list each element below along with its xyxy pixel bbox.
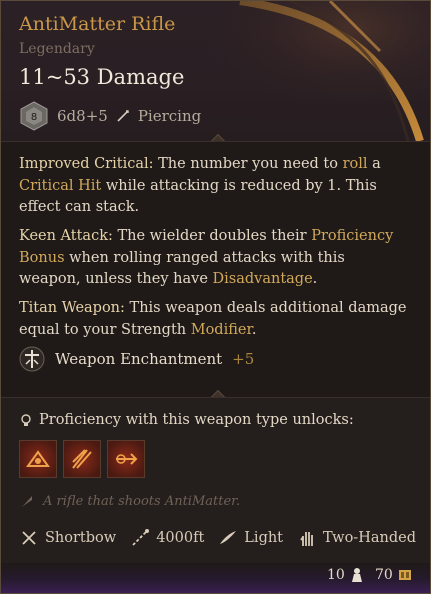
weight-value: 10 <box>327 567 345 583</box>
proficiency-row: Proficiency with this weapon type unlock… <box>19 412 354 428</box>
effect-text: . <box>312 271 318 287</box>
weapon-properties: Shortbow 4000ft Light Two-Handed <box>19 528 416 548</box>
feather-icon <box>220 531 237 544</box>
prop-handedness[interactable]: Two-Handed <box>297 528 416 548</box>
effect-text: The wielder doubles their <box>112 228 312 244</box>
item-tooltip: AntiMatter Rifle Legendary 11~53 Damage … <box>0 0 431 594</box>
item-price: 70 <box>375 567 412 583</box>
keyword-modifier[interactable]: Modifier <box>191 322 252 338</box>
tooltip-header: AntiMatter Rifle Legendary 11~53 Damage … <box>1 1 430 141</box>
prop-handedness-label: Two-Handed <box>323 530 416 546</box>
prop-range[interactable]: 4000ft <box>130 528 204 548</box>
keyword-disadvantage[interactable]: Disadvantage <box>213 271 313 287</box>
enchantment-icon <box>19 346 45 372</box>
gold-coin-icon <box>398 570 411 580</box>
bow-art-icon <box>170 1 430 141</box>
quill-icon <box>22 496 32 507</box>
price-value: 70 <box>375 567 393 583</box>
tooltip-footer: 10 70 <box>1 563 430 593</box>
d8-die-icon: 8 <box>20 101 48 131</box>
effect-text: . <box>251 321 257 338</box>
effect-text: The number you need to <box>153 156 343 172</box>
effect-name: Keen Attack: <box>19 228 113 244</box>
prop-type[interactable]: Shortbow <box>19 528 116 548</box>
effect-name: Titan Weapon: <box>19 300 125 316</box>
enchantment-bonus: +5 <box>232 350 255 368</box>
piercing-icon <box>117 110 129 122</box>
hand-icon <box>300 532 313 546</box>
unlock-actions <box>19 440 145 478</box>
tooltip-body: Improved Critical: The number you need t… <box>1 141 430 397</box>
item-name: AntiMatter Rifle <box>19 13 176 35</box>
effect-text: a <box>367 156 381 172</box>
shot-icon <box>116 453 138 465</box>
range-icon <box>132 529 150 546</box>
crossed-swords-icon <box>22 531 36 545</box>
tooltip-lower: Proficiency with this weapon type unlock… <box>1 397 430 566</box>
action-slot-2[interactable] <box>63 440 101 478</box>
action-slot-1[interactable] <box>19 440 57 478</box>
flavor-text-row: A rifle that shoots AntiMatter. <box>19 493 240 509</box>
proficiency-label: Proficiency with this weapon type unlock… <box>39 412 354 428</box>
weight-icon <box>351 568 362 582</box>
effect-keen-attack: Keen Attack: The wielder doubles their P… <box>19 226 411 291</box>
effect-titan-weapon: Titan Weapon: This weapon deals addition… <box>19 298 411 341</box>
prop-type-label: Shortbow <box>45 530 117 546</box>
effect-improved-critical: Improved Critical: The number you need t… <box>19 154 411 219</box>
archer-stance-icon <box>26 450 50 467</box>
item-damage: 11~53 Damage <box>19 65 185 89</box>
prop-weight-class-label: Light <box>244 530 284 546</box>
damage-type: Piercing <box>137 107 202 125</box>
action-slot-3[interactable] <box>107 440 145 478</box>
lightbulb-icon <box>21 414 31 426</box>
prop-weight-class[interactable]: Light <box>218 528 283 548</box>
enchantment-label: Weapon Enchantment <box>55 350 223 368</box>
item-rarity: Legendary <box>19 41 95 57</box>
effect-name: Improved Critical: <box>19 156 154 172</box>
die-label: 8 <box>31 112 37 123</box>
flavor-text: A rifle that shoots AntiMatter. <box>43 493 241 509</box>
keyword-roll[interactable]: roll <box>343 156 368 172</box>
damage-dice: 6d8+5 <box>57 107 108 125</box>
volley-icon <box>72 449 92 469</box>
keyword-critical-hit[interactable]: Critical Hit <box>19 178 101 194</box>
weapon-enchantment[interactable]: Weapon Enchantment +5 <box>19 346 254 372</box>
prop-range-label: 4000ft <box>156 530 205 546</box>
item-weight: 10 <box>327 567 364 583</box>
damage-dice-row: 8 6d8+5 Piercing <box>19 101 201 131</box>
